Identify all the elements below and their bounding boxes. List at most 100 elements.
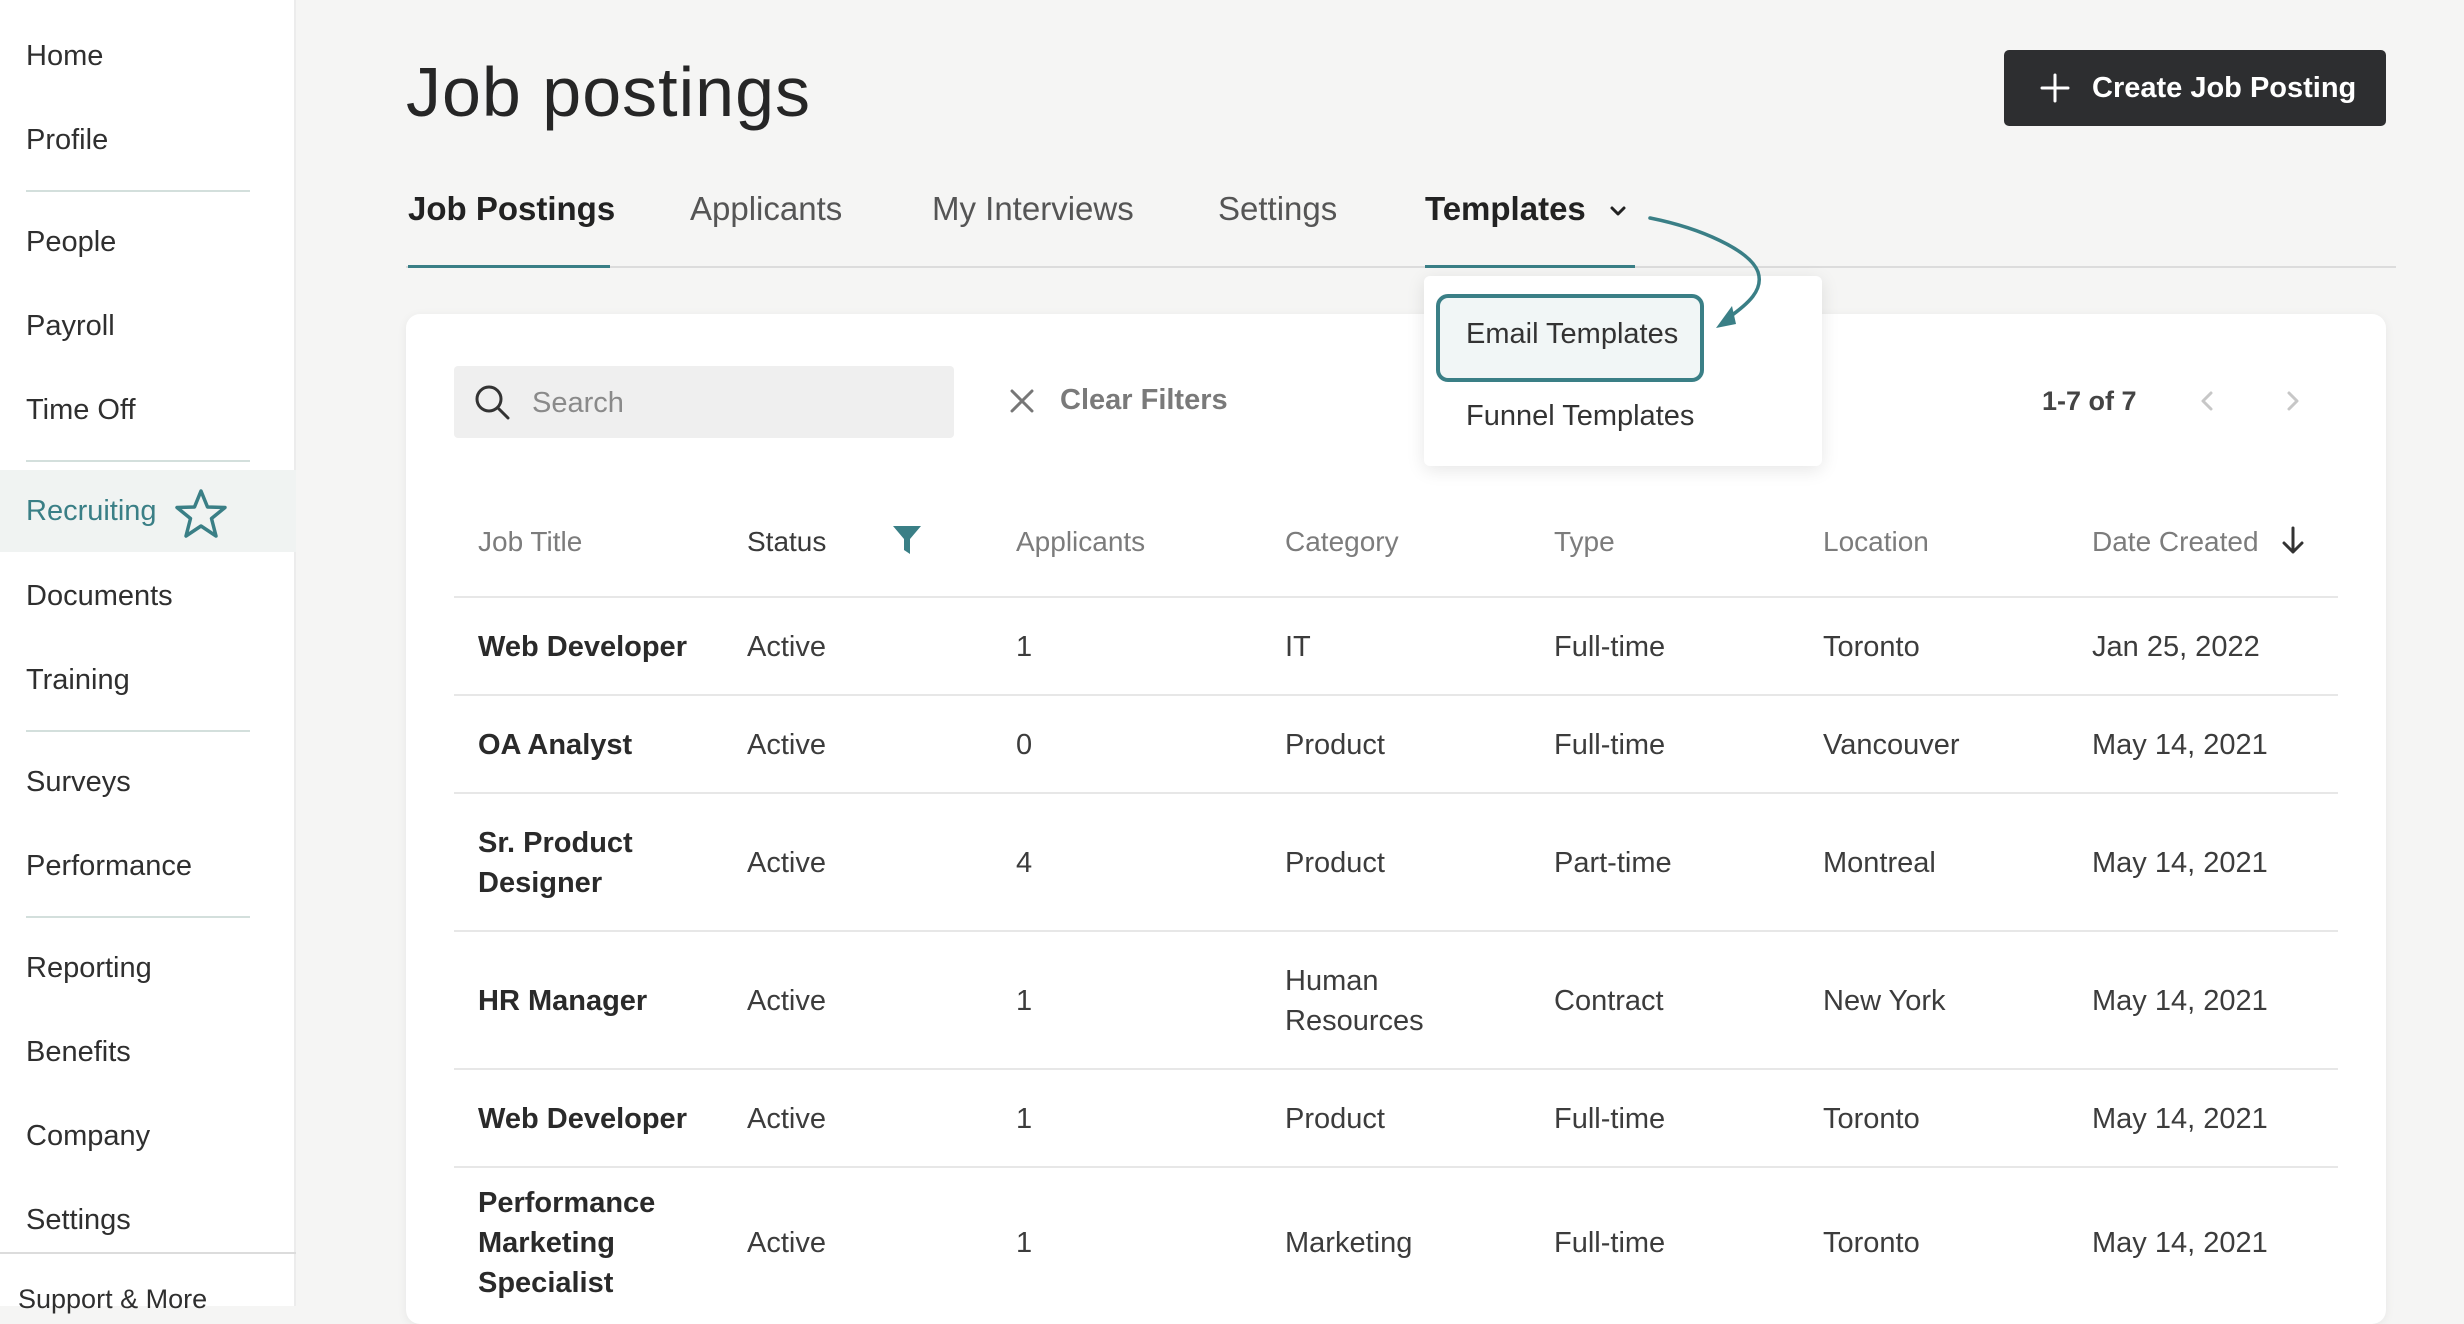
table-row[interactable]: OA Analyst Active 0 Product Full-time Vancouv…: [454, 694, 2338, 792]
sidebar-footer-divider: [0, 1252, 296, 1254]
column-header-category[interactable]: Category: [1285, 526, 1399, 558]
date-created-cell: May 14, 2021: [2092, 729, 2268, 761]
active-tab-indicator: [408, 265, 610, 268]
category-cell: Product: [1285, 847, 1385, 879]
category-cell: Product: [1285, 1103, 1385, 1135]
tab-applicants[interactable]: Applicants: [690, 190, 842, 228]
table-row[interactable]: HR Manager Active 1 Human Resources Contract N…: [454, 930, 2338, 1068]
column-header-type[interactable]: Type: [1554, 526, 1615, 558]
sidebar-item-documents[interactable]: Documents: [0, 555, 296, 637]
date-created-cell: May 14, 2021: [2092, 1227, 2268, 1259]
create-job-posting-button[interactable]: Create Job Posting: [2004, 50, 2386, 126]
filter-icon[interactable]: [890, 522, 924, 558]
column-header-location[interactable]: Location: [1823, 526, 1929, 558]
applicants-cell: 0: [1016, 729, 1033, 761]
date-created-cell: May 14, 2021: [2092, 985, 2268, 1017]
status-cell: Active: [747, 847, 826, 879]
sidebar-item-performance[interactable]: Performance: [0, 825, 296, 907]
pagination-count: 1-7 of 7: [2042, 386, 2137, 416]
table-row[interactable]: Performance Marketing Specialist Active 1 Mar…: [454, 1166, 2338, 1316]
sidebar-item-reporting[interactable]: Reporting: [0, 927, 296, 1009]
tab-label: Job Postings: [408, 190, 616, 227]
sidebar-item-payroll[interactable]: Payroll: [0, 285, 296, 367]
category-cell: IT: [1285, 631, 1311, 663]
applicants-cell: 1: [1016, 985, 1033, 1017]
plus-icon: [2040, 73, 2070, 103]
date-created-cell: May 14, 2021: [2092, 847, 2268, 879]
sidebar-divider: [26, 730, 250, 732]
tab-my-interviews[interactable]: My Interviews: [932, 190, 1134, 228]
job-title-cell: Sr. Product Designer: [478, 827, 633, 899]
sidebar-item-home[interactable]: Home: [0, 15, 296, 97]
sidebar-item-profile[interactable]: Profile: [0, 99, 296, 181]
chevron-down-icon: [1610, 206, 1626, 216]
sidebar-item-benefits[interactable]: Benefits: [0, 1011, 296, 1093]
sidebar-item-settings[interactable]: Settings: [0, 1179, 296, 1261]
category-cell: Product: [1285, 729, 1385, 761]
type-cell: Full-time: [1554, 1103, 1666, 1135]
table-row[interactable]: Web Developer Active 1 IT Full-time Toronto Ja…: [454, 596, 2338, 694]
applicants-cell: 1: [1016, 631, 1033, 663]
sidebar-item-training[interactable]: Training: [0, 639, 296, 721]
next-page-icon[interactable]: [2278, 384, 2308, 418]
page-title: Job postings: [406, 53, 812, 131]
category-cell: Human Resources: [1285, 965, 1424, 1037]
column-header-applicants[interactable]: Applicants: [1016, 526, 1145, 558]
sidebar-item-label: People: [26, 226, 117, 258]
sidebar: Home Profile People Payroll Time Off Rec…: [0, 0, 296, 1314]
table-row[interactable]: Web Developer Active 1 Product Full-time Toro…: [454, 1068, 2338, 1166]
job-title-cell: OA Analyst: [478, 729, 633, 761]
type-cell: Full-time: [1554, 1227, 1666, 1259]
tab-job-postings[interactable]: Job Postings: [408, 190, 615, 228]
sidebar-item-label: Surveys: [26, 766, 131, 798]
close-icon: [1010, 389, 1034, 412]
column-header-status[interactable]: Status: [747, 526, 826, 558]
location-cell: Toronto: [1823, 631, 1920, 663]
applicants-cell: 4: [1016, 847, 1033, 879]
search-field[interactable]: [454, 366, 954, 440]
sidebar-item-surveys[interactable]: Surveys: [0, 741, 296, 823]
category-cell: Marketing: [1285, 1227, 1413, 1259]
location-cell: New York: [1823, 985, 1946, 1017]
type-cell: Full-time: [1554, 631, 1666, 663]
sidebar-item-company[interactable]: Company: [0, 1095, 296, 1177]
clear-filters-button[interactable]: Clear Filters: [1008, 384, 1228, 417]
job-title-cell: Performance Marketing Specialist: [478, 1187, 656, 1299]
sidebar-item-label: Recruiting: [26, 495, 157, 527]
sidebar-item-label: Performance: [26, 850, 193, 882]
search-input[interactable]: [530, 366, 934, 440]
type-cell: Part-time: [1554, 847, 1672, 879]
sidebar-item-time-off[interactable]: Time Off: [0, 369, 296, 451]
location-cell: Toronto: [1823, 1227, 1920, 1259]
column-header-date-created[interactable]: Date Created: [2092, 526, 2259, 558]
previous-page-icon[interactable]: [2192, 384, 2222, 418]
table-row[interactable]: Sr. Product Designer Active 4 Product Part-ti…: [454, 792, 2338, 930]
tab-label: Applicants: [690, 190, 843, 227]
status-cell: Active: [747, 1227, 826, 1259]
search-icon: [475, 385, 510, 420]
tab-settings[interactable]: Settings: [1218, 190, 1337, 228]
type-cell: Full-time: [1554, 729, 1666, 761]
sidebar-item-label: Training: [26, 664, 130, 696]
location-cell: Vancouver: [1823, 729, 1960, 761]
column-header-job-title[interactable]: Job Title: [478, 526, 582, 558]
menu-item-funnel-templates[interactable]: Funnel Templates: [1466, 400, 1694, 433]
location-cell: Toronto: [1823, 1103, 1920, 1135]
sidebar-divider: [26, 460, 250, 462]
annotation-arrow-icon: [1648, 216, 1761, 328]
sidebar-item-label: Company: [26, 1120, 151, 1152]
date-created-cell: May 14, 2021: [2092, 1103, 2268, 1135]
tab-label: Templates: [1425, 190, 1586, 227]
date-created-cell: Jan 25, 2022: [2092, 631, 2260, 663]
sidebar-item-people[interactable]: People: [0, 201, 296, 283]
support-menu[interactable]: Support & More: [18, 1284, 207, 1315]
tab-templates[interactable]: Templates: [1425, 190, 1627, 228]
status-cell: Active: [747, 631, 826, 663]
templates-tab-indicator: [1425, 265, 1635, 268]
sort-descending-icon[interactable]: [2278, 524, 2308, 558]
sidebar-item-label: Settings: [26, 1204, 131, 1236]
location-cell: Montreal: [1823, 847, 1936, 879]
job-title-cell: HR Manager: [478, 985, 648, 1017]
sidebar-item-label: Home: [26, 40, 104, 72]
sidebar-item-recruiting[interactable]: Recruiting: [0, 470, 296, 552]
